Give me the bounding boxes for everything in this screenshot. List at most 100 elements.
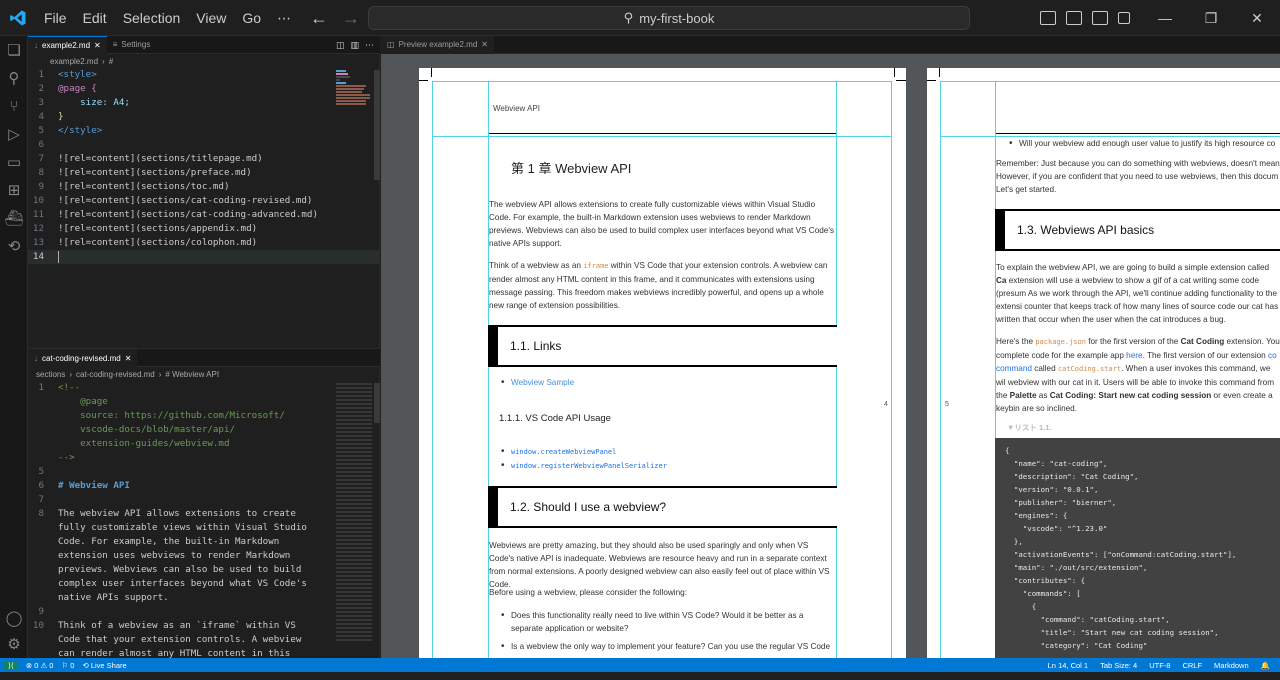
- code-area[interactable]: 1 <style> 2 @page { 3 size: A4; 4} 5 </styl…: [28, 68, 380, 264]
- text-cursor: [58, 251, 59, 263]
- line-number: 2: [38, 83, 44, 94]
- line-text: complex user interfaces beyond what VS C…: [58, 578, 307, 589]
- ports-status[interactable]: ⚐ 0: [61, 661, 74, 670]
- section-bar: [488, 488, 498, 526]
- line-number: 9: [38, 606, 44, 617]
- breadcrumb-symbol[interactable]: #: [109, 57, 113, 66]
- line-number: 7: [38, 153, 44, 164]
- search-icon: ⚲: [623, 10, 634, 25]
- code-line: fully customizable views within Visual S…: [28, 521, 380, 535]
- minimap-row: [336, 103, 366, 105]
- minimap[interactable]: [336, 70, 372, 106]
- api-link[interactable]: window.createWebviewPanel: [511, 448, 616, 456]
- link[interactable]: command: [996, 364, 1032, 373]
- forward-arrow-icon[interactable]: →: [342, 8, 360, 29]
- markdown-file-icon: ↓: [34, 40, 38, 50]
- minimap[interactable]: [336, 383, 372, 643]
- tab-cat-coding-revised[interactable]: ↓ cat-coding-revised.md ✕: [28, 348, 138, 367]
- split-editor-icon[interactable]: ▥: [350, 40, 359, 51]
- line-number: [28, 549, 58, 563]
- close-tab-icon[interactable]: ✕: [481, 40, 488, 49]
- breadcrumb-folder[interactable]: sections: [36, 370, 65, 379]
- list-item: Webview Sample: [501, 376, 574, 389]
- line-text: ![rel=content](sections/preface.md): [58, 167, 252, 178]
- tab-label: Preview example2.md: [398, 40, 478, 49]
- line-number: [28, 535, 58, 549]
- docker-icon[interactable]: ⛴: [0, 204, 28, 232]
- minimap-row: [336, 73, 348, 75]
- extensions-icon[interactable]: ⊞: [0, 176, 28, 204]
- live-share-icon[interactable]: ⟲: [0, 232, 28, 260]
- command-center-search[interactable]: ⚲ my-first-book: [368, 6, 970, 30]
- text-run: Here's the: [996, 337, 1036, 346]
- bold-run: Cat Coding: Start new cat coding session: [1049, 391, 1212, 400]
- scrollbar-top[interactable]: [374, 70, 380, 180]
- customize-layout-icon[interactable]: [1118, 12, 1130, 24]
- tab-label: Settings: [121, 40, 151, 49]
- line-ending[interactable]: CRLF: [1182, 661, 1202, 670]
- tab-size[interactable]: Tab Size: 4: [1100, 661, 1137, 670]
- cursor-position[interactable]: Ln 14, Col 1: [1048, 661, 1088, 670]
- close-tab-icon[interactable]: ✕: [125, 354, 132, 363]
- link[interactable]: co: [1268, 351, 1277, 360]
- settings-gear-icon[interactable]: ⚙: [0, 630, 28, 658]
- line-number: 1: [38, 69, 44, 80]
- encoding[interactable]: UTF-8: [1149, 661, 1170, 670]
- menu-selection[interactable]: Selection: [115, 0, 189, 36]
- tab-preview-example2[interactable]: ◫ Preview example2.md ✕: [381, 35, 494, 54]
- status-left: ⟩⟨ ⊗ 0 ⚠ 0 ⚐ 0 ⟲ Live Share: [0, 660, 127, 670]
- more-actions-icon[interactable]: ⋯: [365, 40, 374, 51]
- crop-mark: [896, 80, 906, 81]
- toggle-panel-icon[interactable]: [1066, 11, 1082, 25]
- close-tab-icon[interactable]: ✕: [94, 41, 101, 50]
- code-line: 6: [28, 138, 380, 152]
- scrollbar-bottom[interactable]: [374, 383, 380, 423]
- breadcrumb-file[interactable]: example2.md: [50, 57, 98, 66]
- problems-status[interactable]: ⊗ 0 ⚠ 0: [26, 661, 54, 670]
- code-line: 8 ![rel=content](sections/preface.md): [28, 166, 380, 180]
- language-mode[interactable]: Markdown: [1214, 661, 1249, 670]
- notifications-bell-icon[interactable]: 🔔: [1261, 661, 1270, 670]
- tab-bar-top: ↓ example2.md ✕ ≡ Settings ◫ ▥ ⋯: [28, 35, 380, 54]
- menu-view[interactable]: View: [188, 0, 234, 36]
- header-rule: [489, 133, 836, 134]
- back-arrow-icon[interactable]: ←: [310, 8, 328, 29]
- chevron-right-icon: ›: [158, 369, 162, 379]
- menu-go[interactable]: Go: [234, 0, 269, 36]
- line-number: 7: [38, 494, 44, 505]
- search-view-icon[interactable]: ⚲: [0, 64, 28, 92]
- restore-icon[interactable]: ❐: [1188, 0, 1234, 36]
- line-number: [28, 633, 58, 647]
- code-line: native APIs support.: [28, 591, 380, 605]
- code-line: extension uses webviews to render Markdo…: [28, 549, 380, 563]
- accounts-icon[interactable]: ◯: [0, 604, 28, 632]
- line-text: vscode-docs/blob/master/api/: [58, 424, 236, 435]
- tab-example2[interactable]: ↓ example2.md ✕: [28, 35, 107, 54]
- preview-icon: ◫: [387, 40, 395, 49]
- minimize-icon[interactable]: —: [1142, 0, 1188, 36]
- remote-indicator[interactable]: ⟩⟨: [4, 660, 18, 670]
- run-debug-icon[interactable]: ▷: [0, 120, 28, 148]
- explorer-icon[interactable]: ❏: [0, 36, 28, 64]
- code-line: 3 size: A4;: [28, 96, 380, 110]
- menu-file[interactable]: File: [36, 0, 75, 36]
- source-control-icon[interactable]: ⑂: [0, 92, 28, 120]
- tab-settings[interactable]: ≡ Settings: [107, 36, 157, 54]
- link[interactable]: Webview Sample: [511, 378, 574, 387]
- menu-edit[interactable]: Edit: [75, 0, 115, 36]
- breadcrumb-file[interactable]: cat-coding-revised.md: [76, 370, 155, 379]
- api-link[interactable]: window.registerWebviewPanelSerializer: [511, 462, 667, 470]
- toggle-secondary-sidebar-icon[interactable]: [1092, 11, 1108, 25]
- list-item: window.registerWebviewPanelSerializer: [501, 459, 667, 473]
- breadcrumb-symbol[interactable]: # Webview API: [165, 370, 219, 379]
- open-preview-icon[interactable]: ◫: [336, 40, 345, 51]
- code-area[interactable]: 1 <!-- @page source: https://github.com/M…: [28, 381, 380, 661]
- code-line: 5 </style>: [28, 124, 380, 138]
- live-share-status[interactable]: ⟲ Live Share: [82, 661, 126, 670]
- link[interactable]: here: [1126, 351, 1142, 360]
- remote-explorer-icon[interactable]: ▭: [0, 148, 28, 176]
- preview-area[interactable]: Webview API 第 1 章 Webview API The webvie…: [381, 54, 1280, 658]
- toggle-primary-sidebar-icon[interactable]: [1040, 11, 1056, 25]
- close-window-icon[interactable]: ✕: [1234, 0, 1280, 36]
- menu-more[interactable]: ⋯: [269, 0, 299, 36]
